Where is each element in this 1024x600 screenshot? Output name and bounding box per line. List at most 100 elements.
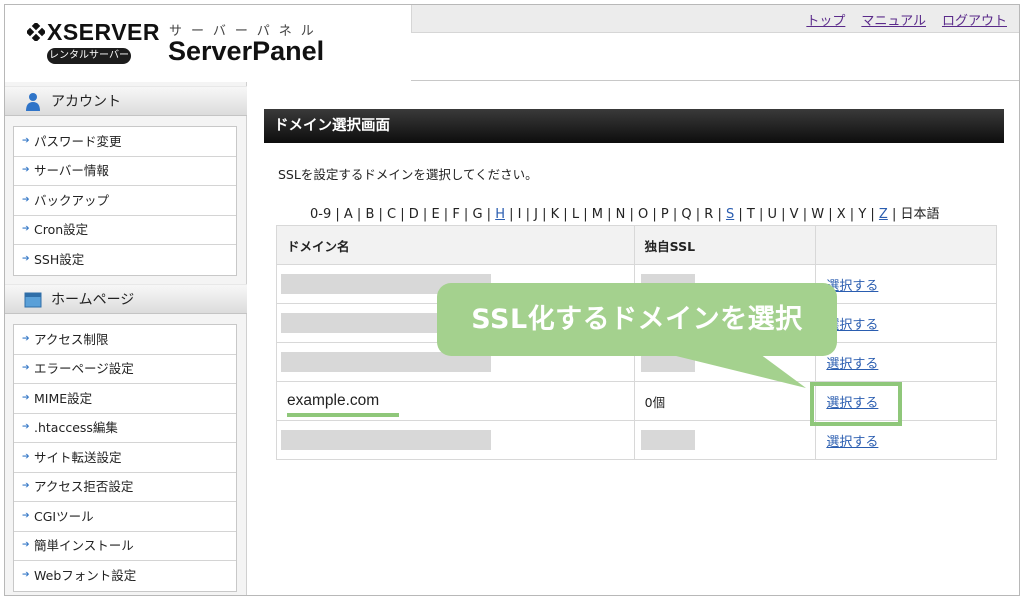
alpha-separator: | <box>648 207 661 222</box>
panel-title: ServerPanel <box>168 36 325 66</box>
alpha-filter-p: P <box>660 207 669 222</box>
alpha-separator: | <box>504 207 518 222</box>
arrow-icon: ➔ <box>22 135 30 146</box>
alpha-filter-t: T <box>746 207 755 222</box>
domain-name-text: example.com <box>287 392 380 409</box>
sidebar-item-server-info[interactable]: ➔ サーバー情報 <box>14 157 236 186</box>
arrow-icon: ➔ <box>22 510 30 521</box>
alpha-filter-k: K <box>550 207 560 222</box>
select-domain-link[interactable]: 選択する <box>826 357 878 372</box>
sidebar-item-label: サーバー情報 <box>34 163 109 179</box>
header: XSERVER レンタルサーバー サーバーパネル ServerPanel トップ… <box>5 5 1019 81</box>
header-right: トップ マニュアル ログアウト <box>411 5 1019 81</box>
table-header-row: ドメイン名 独自SSL <box>276 225 997 265</box>
sidebar-item-webfont[interactable]: ➔ Webフォント設定 <box>14 561 236 591</box>
action-cell: 選択する <box>815 264 997 304</box>
alpha-filter-m: M <box>591 207 603 222</box>
alpha-filter-w: W <box>811 207 825 222</box>
arrow-icon: ➔ <box>22 481 30 492</box>
logo-subtitle: レンタルサーバー <box>47 48 131 64</box>
alpha-separator: | <box>331 207 344 222</box>
alpha-separator: | <box>887 207 901 222</box>
alpha-separator: | <box>439 207 453 222</box>
alpha-separator: | <box>845 207 859 222</box>
sidebar-item-label: CGIツール <box>34 508 94 524</box>
sidebar-item-label: サイト転送設定 <box>34 449 122 465</box>
masked-domain <box>281 430 491 450</box>
select-highlight-box <box>810 382 902 426</box>
ssl-count: 0個 <box>644 394 666 410</box>
alpha-filter-e: E <box>431 207 440 222</box>
arrow-icon: ➔ <box>22 422 30 433</box>
sidebar-item-password[interactable]: ➔ パスワード変更 <box>14 127 236 157</box>
arrow-icon: ➔ <box>22 540 30 551</box>
alpha-filter-u: U <box>767 207 778 222</box>
sidebar-item-ssh[interactable]: ➔ SSH設定 <box>14 245 236 275</box>
account-section-header: アカウント <box>5 86 247 116</box>
sidebar-item-easy-install[interactable]: ➔ 簡単インストール <box>14 532 236 561</box>
domain-cell: example.com <box>276 381 635 421</box>
alpha-filter-o: O <box>637 207 649 222</box>
alpha-filter-q: Q <box>681 207 692 222</box>
sidebar-item-error-page[interactable]: ➔ エラーページ設定 <box>14 355 236 384</box>
ssl-count-cell <box>633 420 817 460</box>
alpha-filter-c: C <box>387 207 397 222</box>
alpha-separator: | <box>824 207 837 222</box>
alpha-separator: | <box>691 207 705 222</box>
alpha-filter-f: F <box>452 207 460 222</box>
sidebar-item-label: エラーページ設定 <box>34 361 134 377</box>
alpha-filter-日本語: 日本語 <box>900 207 940 222</box>
sidebar-item-label: Webフォント設定 <box>34 568 137 584</box>
alpha-filter-s[interactable]: S <box>726 207 734 222</box>
arrow-icon: ➔ <box>22 165 30 176</box>
sidebar-item-access-deny[interactable]: ➔ アクセス拒否設定 <box>14 473 236 502</box>
instruction-callout: SSL化するドメインを選択 <box>437 283 837 356</box>
select-domain-link[interactable]: 選択する <box>826 435 878 450</box>
top-link[interactable]: トップ <box>806 10 845 29</box>
action-cell: 選択する <box>815 342 997 382</box>
homepage-section-header: ホームページ <box>5 284 247 314</box>
alpha-separator: | <box>482 207 496 222</box>
action-cell: 選択する <box>815 303 997 343</box>
alpha-filter-z[interactable]: Z <box>879 207 888 222</box>
alpha-filter-h[interactable]: H <box>495 207 505 222</box>
alpha-separator: | <box>537 207 551 222</box>
sidebar-item-access-limit[interactable]: ➔ アクセス制限 <box>14 325 236 355</box>
alpha-separator: | <box>754 207 768 222</box>
domain-cell <box>276 420 635 460</box>
sidebar-item-cgi[interactable]: ➔ CGIツール <box>14 502 236 532</box>
alpha-filter-g: G <box>472 207 483 222</box>
alpha-separator: | <box>734 207 747 222</box>
alphabet-filter-nav: 0-9 | A | B | C | D | E | F | G | H | I … <box>310 203 940 222</box>
sidebar-item-redirect[interactable]: ➔ サイト転送設定 <box>14 443 236 473</box>
sidebar-item-label: バックアップ <box>34 192 110 208</box>
action-cell: 選択する <box>815 420 997 460</box>
sidebar-item-label: SSH設定 <box>34 252 85 268</box>
sidebar-item-mime[interactable]: ➔ MIME設定 <box>14 384 236 414</box>
instruction-text: SSLを設定するドメインを選択してください。 <box>278 167 538 182</box>
alpha-separator: | <box>352 207 366 222</box>
column-header-domain: ドメイン名 <box>276 225 635 265</box>
arrow-icon: ➔ <box>22 333 30 344</box>
alpha-separator: | <box>713 207 726 222</box>
homepage-menu: ➔ アクセス制限 ➔ エラーページ設定 ➔ MIME設定 ➔ .htaccess編集 ➔… <box>13 324 237 592</box>
logout-link[interactable]: ログアウト <box>942 10 1007 29</box>
sidebar-item-backup[interactable]: ➔ バックアップ <box>14 186 236 216</box>
arrow-icon: ➔ <box>22 570 30 581</box>
domain-underline-highlight <box>287 413 399 417</box>
arrow-icon: ➔ <box>22 194 30 205</box>
header-link-strip: トップ マニュアル ログアウト <box>411 5 1019 33</box>
column-header-ssl: 独自SSL <box>633 225 817 265</box>
sidebar-item-cron[interactable]: ➔ Cron設定 <box>14 216 236 245</box>
manual-link[interactable]: マニュアル <box>861 10 926 29</box>
top-links: トップ マニュアル ログアウト <box>806 10 1007 29</box>
sidebar-item-label: パスワード変更 <box>34 133 122 149</box>
homepage-icon <box>24 292 42 308</box>
user-icon <box>26 93 40 111</box>
ssl-count-cell: 0個 <box>633 381 817 421</box>
alpha-separator: | <box>798 207 812 222</box>
page-title: ドメイン選択画面 <box>264 109 1004 143</box>
alpha-filter-v: V <box>789 207 799 222</box>
sidebar-item-htaccess[interactable]: ➔ .htaccess編集 <box>14 414 236 443</box>
alpha-separator: | <box>602 207 616 222</box>
